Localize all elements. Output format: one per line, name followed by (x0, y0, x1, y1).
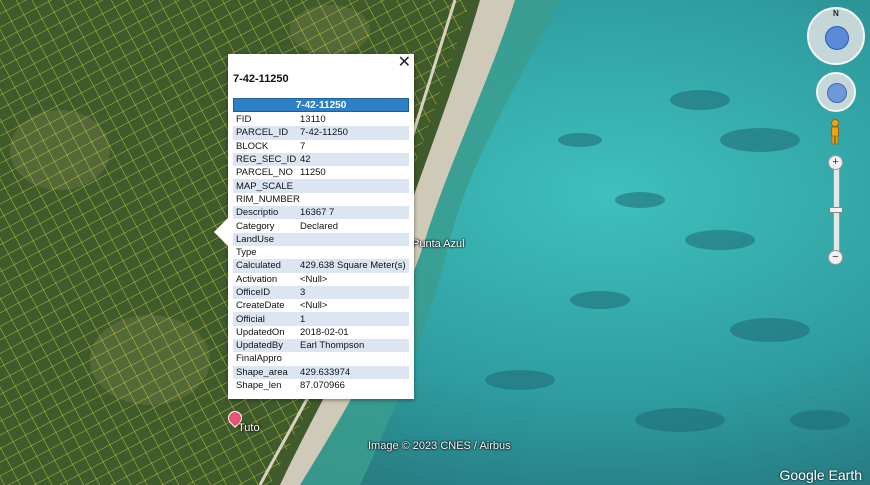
attribute-value: 87.070966 (300, 380, 345, 392)
parcel-info-popup: 7-42-11250 ✕ 7-42-11250 FID 13110 PARCEL_I… (214, 54, 414, 399)
attribute-key: Official (236, 313, 265, 325)
look-around-control[interactable]: N (807, 7, 865, 65)
google-earth-logo: Google Earth (779, 467, 863, 483)
attribute-value: 3 (300, 287, 306, 298)
pan-hand-icon[interactable] (827, 83, 847, 103)
attribute-row: LandUse (233, 232, 409, 246)
attribute-table: FID 13110 PARCEL_ID 7-42-11250 BLOCK 7 REG_SEC… (233, 113, 409, 392)
attribute-key: PARCEL_NO (236, 167, 293, 179)
attribute-key: Shape_area (236, 366, 288, 378)
attribute-row: FinalAppro (233, 352, 409, 365)
north-indicator[interactable]: N (833, 9, 839, 18)
attribute-key: FinalAppro (236, 353, 282, 365)
pegman-icon[interactable] (829, 119, 841, 145)
attribute-key: REG_SEC_ID (236, 154, 297, 166)
attribute-value: 42 (300, 154, 311, 166)
attribute-key: FID (236, 114, 252, 126)
attribute-key: Calculated (236, 260, 281, 272)
attribute-value: Earl Thompson (300, 340, 365, 352)
look-around-icon[interactable] (825, 26, 849, 50)
attribute-table-header: 7-42-11250 (233, 98, 409, 112)
zoom-in-icon[interactable]: + (828, 155, 843, 170)
attribute-key: OfficeID (236, 287, 271, 298)
attribute-row: Official 1 (233, 312, 409, 326)
attribute-row: Type (233, 246, 409, 259)
close-icon[interactable]: ✕ (398, 55, 411, 71)
attribute-key: Category (236, 220, 275, 232)
attribute-value: <Null> (300, 300, 328, 312)
attribute-value: 429.638 Square Meter(s) (300, 260, 406, 272)
attribute-value: 7 (300, 140, 306, 152)
attribute-row: Shape_area 429.633974 (233, 365, 409, 379)
attribute-value: 2018-02-01 (300, 326, 349, 338)
attribute-key: UpdatedBy (236, 340, 284, 352)
popup-pointer (214, 218, 228, 246)
attribute-key: RIM_NUMBER (236, 193, 300, 205)
attribute-key: LandUse (236, 233, 275, 245)
attribute-key: MAP_SCALE (236, 180, 294, 192)
attribute-row: BLOCK 7 (233, 140, 409, 153)
attribute-value: 11250 (300, 167, 326, 179)
satellite-map[interactable]: Punta Azul Tuto Image © 2023 CNES / Airb… (0, 0, 870, 485)
attribute-row: Descriptio 16367 7 (233, 206, 409, 220)
zoom-slider-thumb[interactable] (829, 207, 843, 213)
imagery-credit: Image © 2023 CNES / Airbus (368, 440, 511, 452)
attribute-row: REG_SEC_ID 42 (233, 152, 409, 167)
attribute-value: Declared (300, 220, 339, 232)
attribute-row: UpdatedBy Earl Thompson (233, 339, 409, 353)
attribute-row: Category Declared (233, 219, 409, 232)
attribute-value: 13110 (300, 114, 326, 126)
attribute-row: Calculated 429.638 Square Meter(s) (233, 259, 409, 273)
attribute-key: Type (236, 247, 257, 259)
attribute-key: PARCEL_ID (236, 127, 289, 139)
attribute-row: OfficeID 3 (233, 285, 409, 300)
attribute-row: PARCEL_NO 11250 (233, 166, 409, 179)
attribute-value: 16367 7 (300, 207, 335, 219)
attribute-key: Activation (236, 273, 278, 285)
attribute-key: Shape_len (236, 380, 282, 392)
attribute-value: 1 (300, 313, 306, 325)
zoom-out-icon[interactable]: − (828, 250, 843, 265)
attribute-row: Shape_len 87.070966 (233, 379, 409, 392)
attribute-value: <Null> (300, 273, 328, 285)
pan-control[interactable] (816, 72, 856, 112)
attribute-row: RIM_NUMBER (233, 193, 409, 206)
attribute-key: UpdatedOn (236, 326, 285, 338)
attribute-value: 7-42-11250 (300, 127, 348, 139)
place-label-tuto[interactable]: Tuto (238, 422, 260, 434)
attribute-row: MAP_SCALE (233, 179, 409, 193)
attribute-row: PARCEL_ID 7-42-11250 (233, 126, 409, 140)
attribute-key: BLOCK (236, 140, 269, 152)
attribute-row: UpdatedOn 2018-02-01 (233, 326, 409, 339)
attribute-row: FID 13110 (233, 113, 409, 126)
attribute-key: CreateDate (236, 300, 285, 312)
attribute-value: 429.633974 (300, 366, 351, 378)
place-label-punta-azul[interactable]: Punta Azul (412, 238, 465, 250)
attribute-row: Activation <Null> (233, 273, 409, 286)
popup-title: 7-42-11250 (233, 73, 289, 85)
attribute-row: CreateDate <Null> (233, 299, 409, 312)
attribute-key: Descriptio (236, 207, 279, 219)
